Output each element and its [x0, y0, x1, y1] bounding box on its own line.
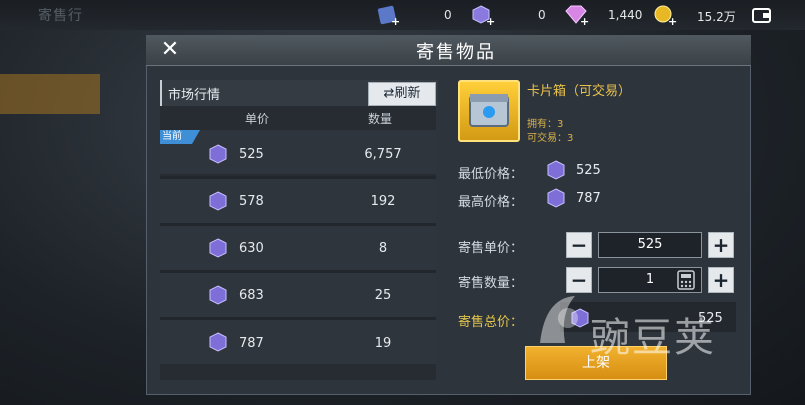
- column-qty-header: 数量: [368, 112, 393, 126]
- watermark-text: 豌豆荚: [590, 315, 716, 361]
- unit-price-label: 寄售单价：: [458, 241, 524, 256]
- calculator-icon[interactable]: [677, 270, 695, 290]
- close-button[interactable]: ✕: [158, 37, 182, 63]
- side-menu-item[interactable]: [0, 160, 100, 200]
- quantity-plus-button[interactable]: +: [708, 267, 734, 293]
- refresh-icon: ⇄: [383, 86, 395, 101]
- top-bar: [0, 0, 805, 30]
- gold-count: 15.2万: [697, 10, 736, 24]
- svg-text:+: +: [668, 15, 677, 26]
- row-qty: 192: [370, 194, 396, 209]
- total-price-label: 寄售总价：: [458, 315, 524, 330]
- card-box-icon: [458, 80, 520, 142]
- purple-crystal-icon[interactable]: +: [471, 4, 495, 28]
- item-owned: 拥有：3: [527, 119, 564, 130]
- purple-crystal-icon: [208, 285, 228, 305]
- max-price-value: 787: [576, 191, 601, 206]
- side-menu-item[interactable]: [0, 118, 100, 158]
- unit-price-minus-button[interactable]: −: [566, 232, 592, 258]
- row-price: 578: [239, 194, 264, 209]
- diamond-count: 1,440: [608, 8, 643, 22]
- gold-coin-icon[interactable]: +: [653, 4, 677, 28]
- ticket-count: 0: [444, 8, 452, 22]
- column-price-header: 单价: [245, 112, 270, 126]
- row-price: 525: [239, 147, 264, 162]
- refresh-label: 刷新: [394, 86, 421, 101]
- row-price: 630: [239, 241, 264, 256]
- purple-crystal-icon: [208, 144, 228, 164]
- purple-crystal-icon: [546, 188, 566, 208]
- svg-text:+: +: [486, 15, 495, 26]
- diamond-icon[interactable]: +: [563, 4, 589, 28]
- purple-crystal-icon: [208, 332, 228, 352]
- watermark-logo-icon: [530, 288, 590, 348]
- side-menu-item-active[interactable]: [0, 74, 100, 114]
- purple-crystal-icon: [546, 160, 566, 180]
- row-qty: 25: [374, 288, 392, 303]
- item-name: 卡片箱（可交易）: [527, 84, 632, 99]
- row-qty: 8: [378, 241, 388, 256]
- svg-text:+: +: [580, 15, 589, 26]
- purple-crystal-icon: [208, 238, 228, 258]
- side-menu-item[interactable]: [0, 38, 100, 78]
- dialog-title: 寄售物品: [416, 42, 496, 63]
- refresh-button[interactable]: ⇄刷新: [368, 82, 436, 106]
- min-price-label: 最低价格：: [458, 167, 524, 182]
- row-price: 787: [239, 336, 264, 351]
- quantity-label: 寄售数量：: [458, 276, 524, 291]
- max-price-label: 最高价格：: [458, 195, 524, 210]
- min-price-value: 525: [576, 163, 601, 178]
- row-qty: 19: [374, 336, 392, 351]
- wallet-icon[interactable]: [752, 6, 772, 24]
- market-label: 市场行情: [168, 88, 221, 103]
- unit-price-input[interactable]: 525: [598, 232, 702, 258]
- svg-text:+: +: [391, 15, 399, 25]
- ticket-icon[interactable]: +: [377, 5, 400, 28]
- game-title: 寄售行: [38, 8, 83, 24]
- unit-price-plus-button[interactable]: +: [708, 232, 734, 258]
- row-qty: 6,757: [364, 147, 402, 162]
- crystal-count: 0: [538, 8, 546, 22]
- purple-crystal-icon: [208, 191, 228, 211]
- row-price: 683: [239, 288, 264, 303]
- item-tradable: 可交易：3: [527, 133, 574, 144]
